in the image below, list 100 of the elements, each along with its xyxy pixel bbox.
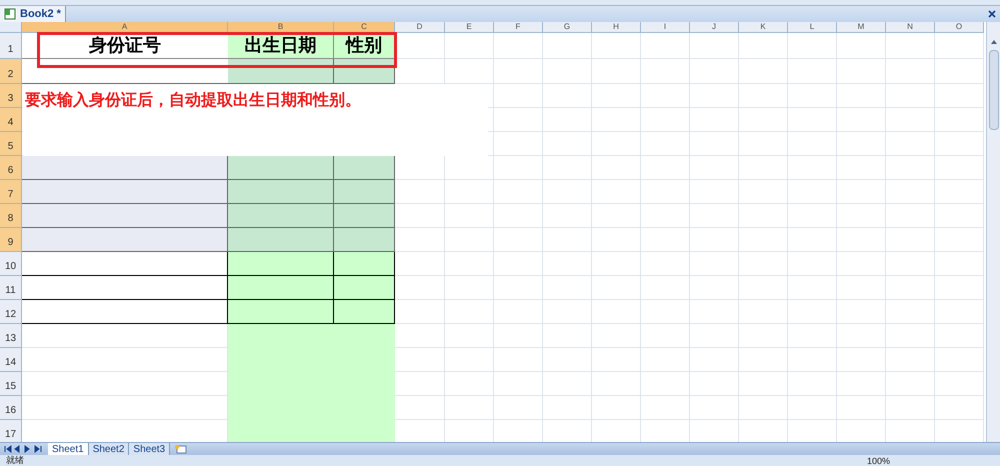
row-header[interactable]: 6 [0, 156, 22, 180]
column-header[interactable]: O [935, 22, 984, 33]
column-header[interactable]: N [886, 22, 935, 33]
table-cell [445, 372, 494, 396]
row-header[interactable]: 8 [0, 204, 22, 228]
table-cell [690, 59, 739, 84]
table-cell [886, 59, 935, 84]
table-cell: 出生日期 [228, 33, 334, 59]
document-tab[interactable]: Book2 * [0, 6, 66, 22]
row-header[interactable]: 14 [0, 348, 22, 372]
table-cell [543, 372, 592, 396]
column-header[interactable]: H [592, 22, 641, 33]
row-header[interactable]: 4 [0, 108, 22, 132]
table-cell [739, 204, 788, 228]
zoom-level[interactable]: 100% [866, 456, 890, 466]
table-cell [788, 396, 837, 420]
table-cell [788, 84, 837, 108]
table-cell [935, 228, 984, 252]
column-header[interactable]: A [22, 22, 228, 33]
close-icon[interactable] [988, 10, 996, 18]
sheet-tab[interactable]: Sheet1 [48, 442, 89, 456]
table-cell [837, 300, 886, 324]
row-header[interactable]: 3 [0, 84, 22, 108]
table-cell [739, 132, 788, 156]
row-header[interactable]: 16 [0, 396, 22, 420]
column-header[interactable]: M [837, 22, 886, 33]
row-header[interactable]: 5 [0, 132, 22, 156]
column-header[interactable]: J [690, 22, 739, 33]
sheet-tab[interactable]: Sheet2 [88, 442, 130, 456]
vertical-scrollbar[interactable] [986, 22, 1000, 442]
table-cell [690, 108, 739, 132]
table-cell [690, 33, 739, 59]
note-text: 要求输入身份证后，自动提取出生日期和性别。 [23, 84, 488, 156]
table-cell [543, 252, 592, 276]
table-cell [494, 132, 543, 156]
insert-sheet-icon[interactable] [174, 444, 188, 454]
table-cell [592, 300, 641, 324]
row-header[interactable]: 1 [0, 33, 22, 59]
row-header[interactable]: 15 [0, 372, 22, 396]
table-cell [543, 132, 592, 156]
scrollbar-thumb[interactable] [988, 50, 998, 130]
table-cell [788, 324, 837, 348]
row-header[interactable]: 12 [0, 300, 22, 324]
table-cell [543, 324, 592, 348]
table-cell [494, 372, 543, 396]
table-cell [886, 132, 935, 156]
table-cell [543, 156, 592, 180]
table-cell [886, 348, 935, 372]
table-cell [935, 276, 984, 300]
table-cell [690, 300, 739, 324]
table-cell [543, 33, 592, 59]
table-cell [543, 348, 592, 372]
table-cell [494, 348, 543, 372]
table-cell [837, 348, 886, 372]
table-cell [592, 276, 641, 300]
column-header[interactable]: C [334, 22, 395, 33]
column-header[interactable]: F [494, 22, 543, 33]
table-cell [494, 156, 543, 180]
table-cell [543, 228, 592, 252]
row-header[interactable]: 10 [0, 252, 22, 276]
column-header[interactable]: B [228, 22, 334, 33]
column-header[interactable]: L [788, 22, 837, 33]
table-cell [445, 252, 494, 276]
row-header[interactable]: 2 [0, 59, 22, 84]
table-cell [445, 396, 494, 420]
table-cell [641, 132, 690, 156]
table-cell [334, 180, 395, 204]
row-header[interactable]: 13 [0, 324, 22, 348]
table-cell [641, 180, 690, 204]
table-cell [641, 276, 690, 300]
table-cell [592, 252, 641, 276]
table-cell [788, 276, 837, 300]
column-header[interactable]: I [641, 22, 690, 33]
table-cell [395, 180, 445, 204]
table-cell [641, 300, 690, 324]
table-cell [445, 300, 494, 324]
table-cell [592, 396, 641, 420]
scroll-up-icon[interactable] [990, 38, 998, 46]
table-cell [592, 84, 641, 108]
table-cell [543, 180, 592, 204]
column-header[interactable]: E [445, 22, 494, 33]
table-cell [690, 228, 739, 252]
table-cell [641, 59, 690, 84]
table-cell [494, 396, 543, 420]
column-header[interactable]: G [543, 22, 592, 33]
table-cell [837, 204, 886, 228]
table-cell [690, 132, 739, 156]
row-header[interactable]: 7 [0, 180, 22, 204]
column-header[interactable]: K [739, 22, 788, 33]
table-cell [592, 372, 641, 396]
sheet-navigation-icon[interactable] [4, 445, 44, 453]
row-header[interactable]: 9 [0, 228, 22, 252]
table-cell [837, 252, 886, 276]
row-header[interactable]: 11 [0, 276, 22, 300]
column-header[interactable]: D [395, 22, 445, 33]
sheet-tab[interactable]: Sheet3 [129, 442, 170, 456]
table-cell [543, 108, 592, 132]
table-cell [837, 372, 886, 396]
row-header[interactable]: 17 [0, 420, 22, 442]
table-cell [543, 59, 592, 84]
